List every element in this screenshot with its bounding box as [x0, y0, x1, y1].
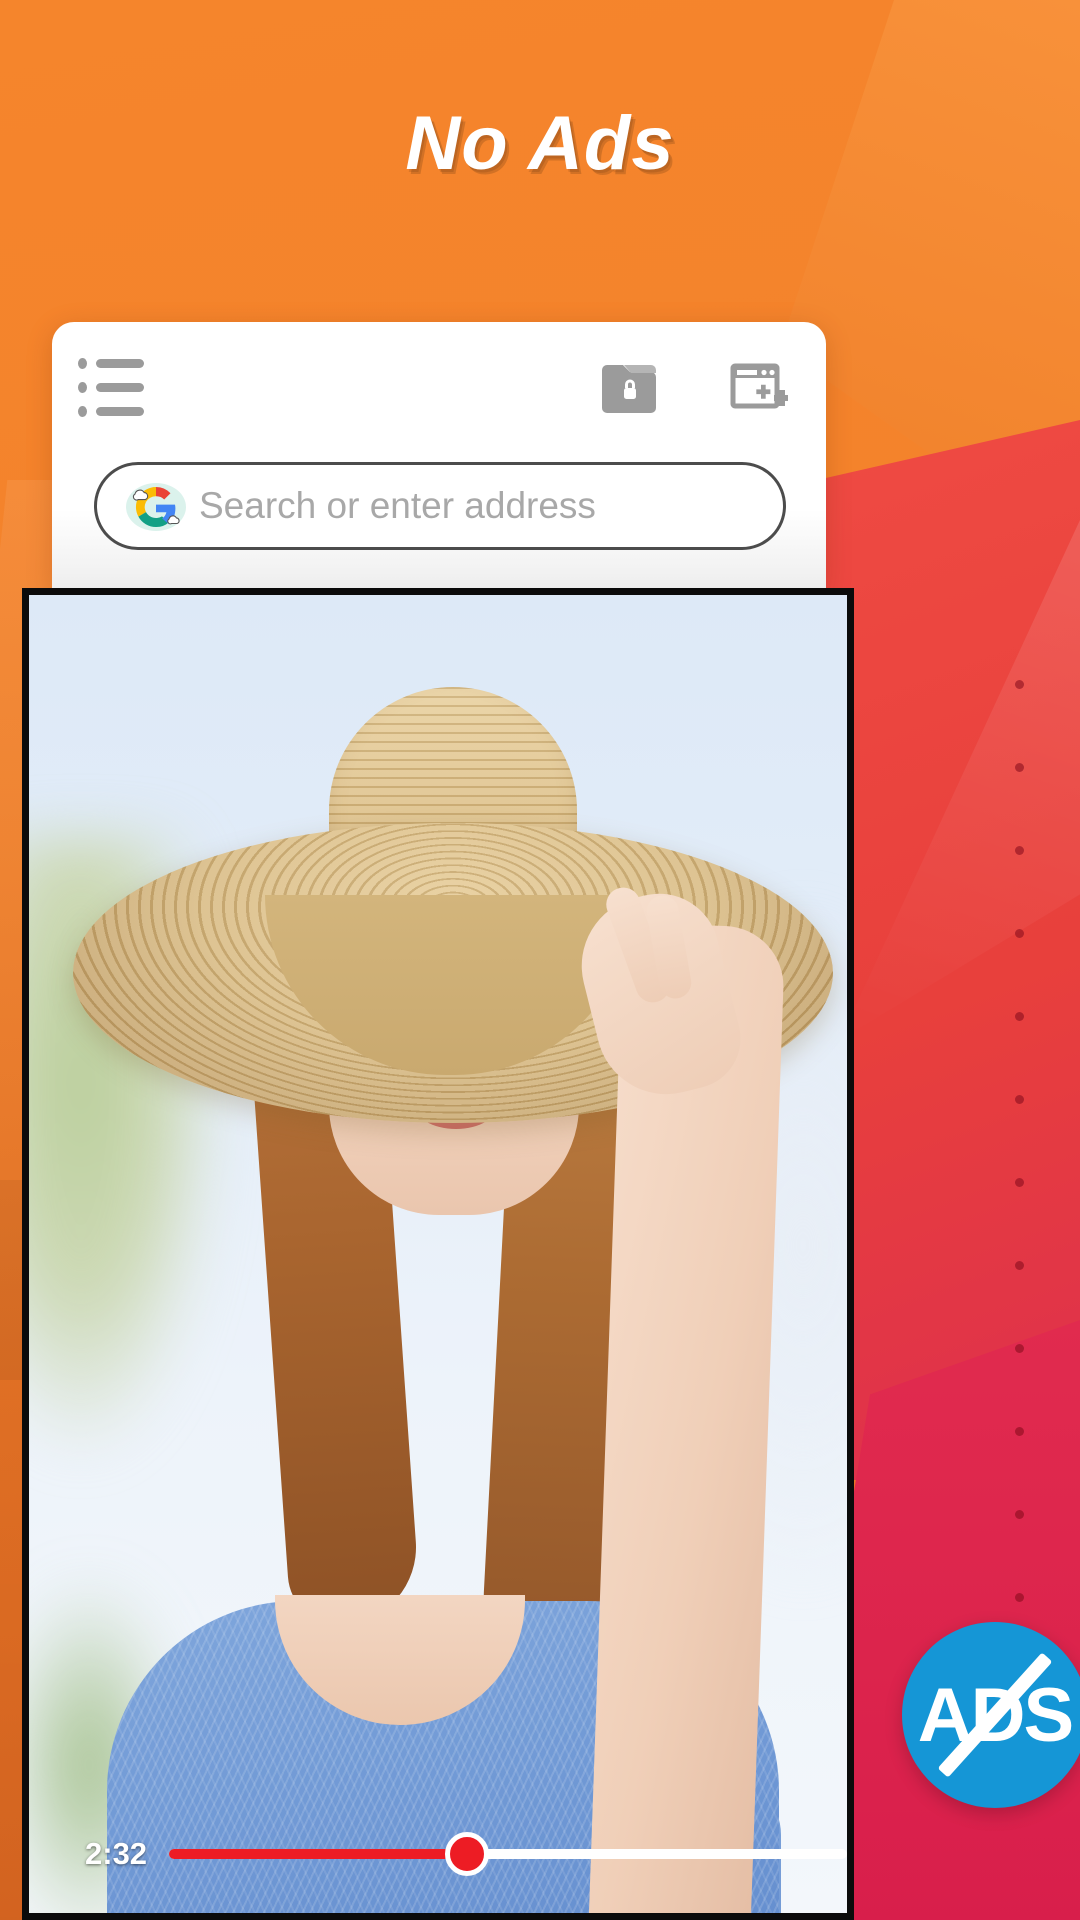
progress-thumb[interactable] — [445, 1832, 490, 1876]
video-frame-image — [29, 595, 847, 1913]
headline: No Ads — [0, 100, 1080, 187]
background-dot-column — [1015, 680, 1024, 1676]
search-input[interactable]: Search or enter address — [94, 462, 786, 550]
list-icon[interactable] — [78, 358, 148, 417]
browser-toolbar — [52, 322, 826, 462]
page-title: No Ads — [405, 101, 675, 186]
folder-lock-icon[interactable] — [600, 362, 658, 414]
google-g-icon — [123, 477, 189, 535]
search-placeholder: Search or enter address — [199, 485, 596, 526]
video-player[interactable]: 2:32 — [22, 588, 854, 1920]
player-controls: 2:32 — [29, 1817, 847, 1913]
browser-card: Search or enter address — [52, 322, 826, 590]
current-time-label: 2:32 — [85, 1836, 148, 1871]
progress-played — [169, 1849, 468, 1859]
new-tab-icon[interactable] — [730, 362, 790, 414]
progress-slider[interactable] — [169, 1832, 847, 1876]
ads-blocked-icon[interactable]: ADS — [902, 1622, 1080, 1808]
